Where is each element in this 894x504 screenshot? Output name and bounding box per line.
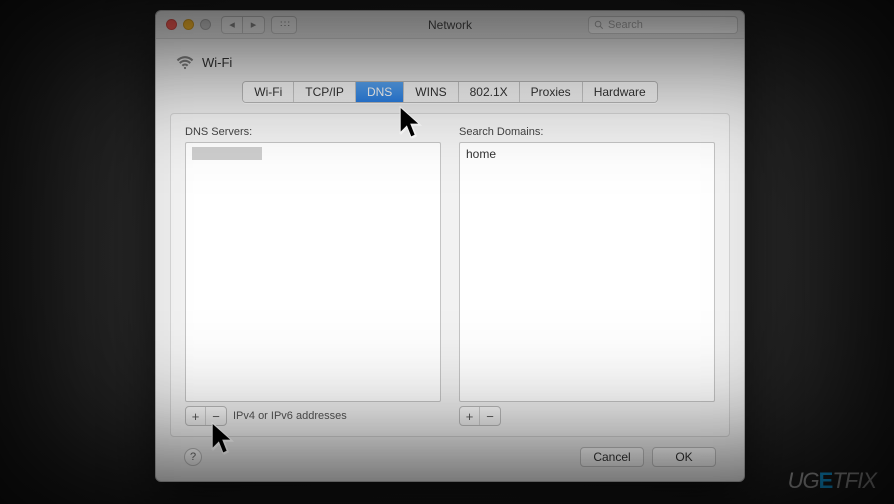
list-item[interactable] [190,146,436,164]
dns-servers-label: DNS Servers: [185,126,441,138]
ok-button[interactable]: OK [652,447,716,467]
network-preferences-window: ◂ ▸ ∷∷ Network Search Wi-Fi Wi-Fi TCP/IP… [155,10,745,482]
search-icon [594,20,604,30]
interface-header: Wi-Fi [176,53,730,71]
show-all-button[interactable]: ∷∷ [271,16,297,34]
tab-tcpip[interactable]: TCP/IP [294,82,356,102]
tab-wins[interactable]: WINS [404,82,458,102]
minimize-dot[interactable] [183,19,194,30]
search-domains-list[interactable]: home [459,142,715,402]
footer: ? Cancel OK [170,437,730,467]
tab-8021x[interactable]: 802.1X [459,82,520,102]
dns-servers-list[interactable] [185,142,441,402]
tab-dns[interactable]: DNS [356,82,404,102]
cancel-button[interactable]: Cancel [580,447,644,467]
titlebar: ◂ ▸ ∷∷ Network Search [156,11,744,39]
search-domains-label: Search Domains: [459,126,715,138]
help-button[interactable]: ? [184,448,202,466]
dns-add-button[interactable]: + [186,407,206,425]
tab-hardware[interactable]: Hardware [583,82,657,102]
domain-add-button[interactable]: + [460,407,480,425]
close-dot[interactable] [166,19,177,30]
watermark: UGETFIX [788,468,876,494]
tab-wifi[interactable]: Wi-Fi [243,82,294,102]
wifi-icon [176,53,194,71]
list-item[interactable]: home [464,146,710,162]
dns-remove-button[interactable]: − [206,407,226,425]
window-controls [166,19,211,30]
forward-button[interactable]: ▸ [243,16,265,34]
tab-proxies[interactable]: Proxies [520,82,583,102]
search-placeholder: Search [608,19,643,31]
zoom-dot[interactable] [200,19,211,30]
domain-remove-button[interactable]: − [480,407,500,425]
dns-panel: DNS Servers: + − IPv4 or IPv6 addresses … [170,113,730,437]
redacted-server [192,147,262,160]
dns-footnote: IPv4 or IPv6 addresses [233,410,347,422]
back-button[interactable]: ◂ [221,16,243,34]
tab-bar: Wi-Fi TCP/IP DNS WINS 802.1X Proxies Har… [170,81,730,103]
interface-name: Wi-Fi [202,55,232,70]
search-input[interactable]: Search [588,16,738,34]
